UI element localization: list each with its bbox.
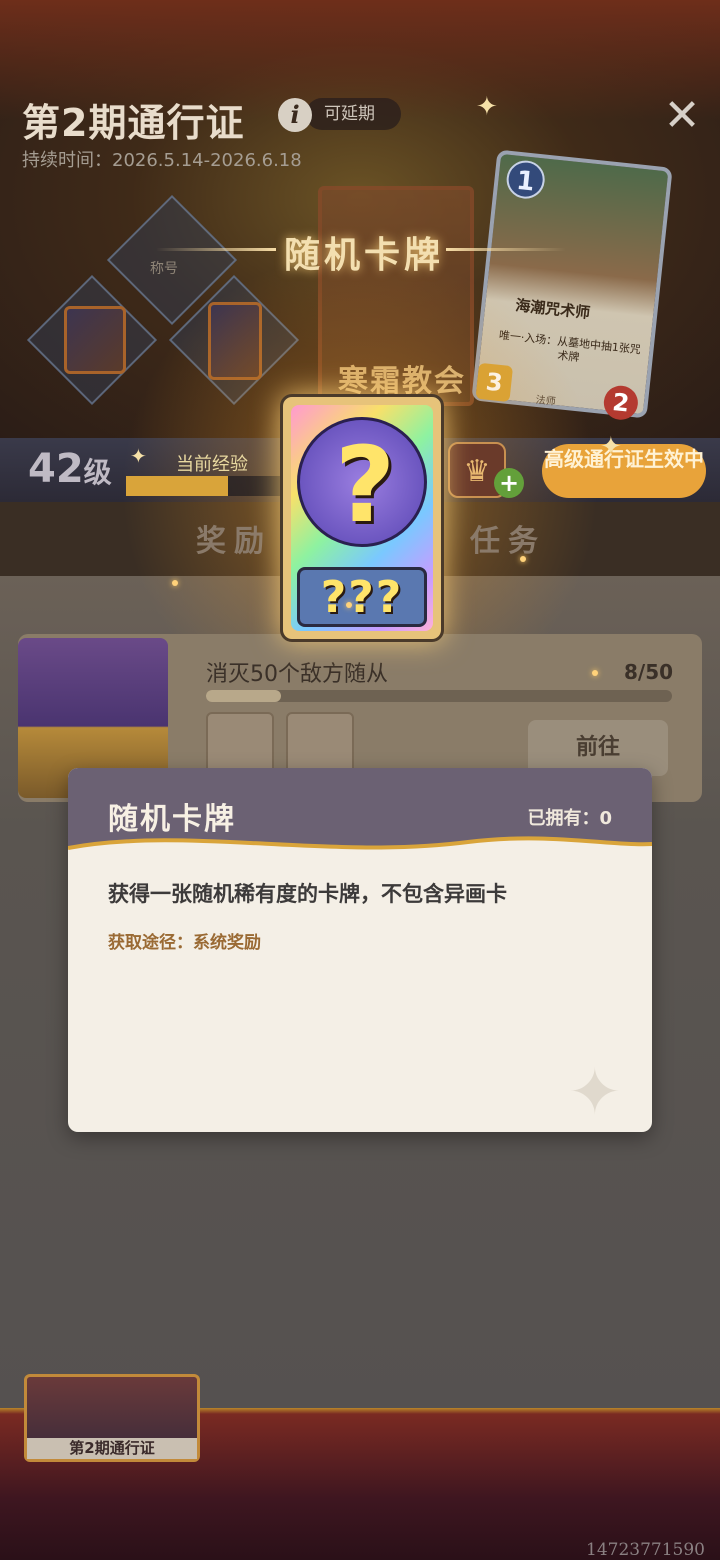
pass-duration: 持续时间：2026.5.14-2026.6.18 <box>22 150 302 171</box>
item-description: 获得一张随机稀有度的卡牌，不包含异画卡 <box>108 882 507 906</box>
item-detail-popup: 随机卡牌 已拥有：0 获得一张随机稀有度的卡牌，不包含异画卡 获取途径：系统奖励… <box>68 768 652 1132</box>
info-icon[interactable]: i <box>278 98 312 132</box>
exp-progress-fill <box>126 476 228 496</box>
popup-title: 随机卡牌 <box>108 802 236 837</box>
page-title: 第2期通行证 <box>22 101 245 145</box>
tab-rewards[interactable]: 奖励 <box>196 516 272 560</box>
extendable-badge: 可延期 <box>306 98 401 130</box>
sparkle <box>592 670 598 676</box>
showcase-card[interactable]: 1 海潮咒术师 唯一·入场：从墓地中抽1张咒术牌 3 2 法师 <box>471 149 673 422</box>
question-glyph: ? <box>334 424 396 546</box>
question-mark-icon: ? <box>297 417 427 547</box>
level-number: 42 <box>28 446 84 492</box>
title-reward-label: 称号 <box>150 261 178 277</box>
star-sparkle-icon: ✦ <box>476 92 498 122</box>
close-icon[interactable]: ✕ <box>662 94 702 138</box>
card-class: 法师 <box>535 394 557 408</box>
card-cost: 1 <box>504 158 547 201</box>
reward-popup-title: 随机卡牌 <box>284 235 445 276</box>
exp-label: 当前经验 <box>176 454 248 475</box>
task-reward-random-card[interactable] <box>286 712 354 774</box>
title-decor-right <box>446 248 566 251</box>
random-card-preview[interactable]: ? ??? <box>280 394 444 642</box>
task-progress-fill <box>206 690 281 702</box>
watermark: 14723771590 <box>586 1540 705 1560</box>
card-name-plate: ??? <box>297 567 427 627</box>
item-source: 获取途径：系统奖励 <box>108 933 261 953</box>
sparkle <box>172 580 178 586</box>
card-name: 海潮咒术师 <box>514 296 592 322</box>
sparkle-icon: ✦ <box>568 1056 622 1130</box>
task-name: 消灭50个敌方随从 <box>206 662 388 687</box>
avatar-frame-reward <box>64 306 126 374</box>
bottom-tab-label: 第2期通行证 <box>27 1438 197 1459</box>
task-progress-text: 8/50 <box>624 660 674 684</box>
pass-level: 42级 <box>28 446 112 492</box>
premium-pass-button[interactable]: 高级通行证生效中 <box>542 444 706 498</box>
card-back-reward <box>208 302 262 380</box>
star-sparkle-icon: ✦ <box>130 444 147 468</box>
card-description: 唯一·入场：从墓地中抽1张咒术牌 <box>498 328 642 365</box>
owned-count: 已拥有：0 <box>527 808 612 829</box>
task-reward-cardback[interactable] <box>206 712 274 774</box>
plus-icon[interactable]: + <box>494 468 524 498</box>
card-attack: 3 <box>475 362 514 403</box>
card-rainbow-frame: ? ??? <box>291 405 433 631</box>
sparkle <box>520 556 526 562</box>
tab-tasks[interactable]: 任务 <box>470 516 546 560</box>
level-unit: 级 <box>83 456 112 489</box>
star-sparkle-icon: ✦ <box>600 432 622 462</box>
title-decor-left <box>156 248 276 251</box>
sparkle <box>346 602 352 608</box>
